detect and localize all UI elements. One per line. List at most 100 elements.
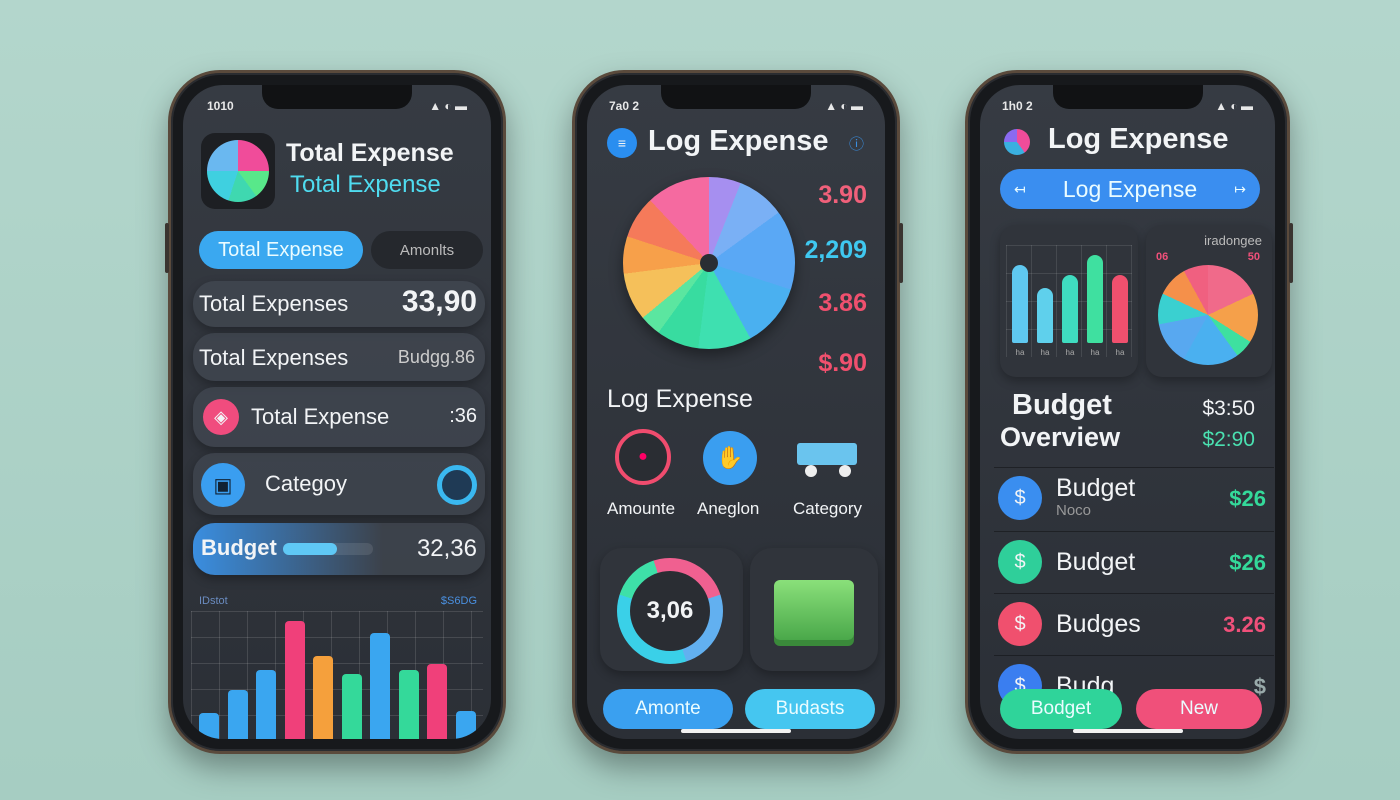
list-item[interactable]: Total Expenses Budgg.86 [193,333,485,381]
chart-bar [256,670,276,739]
budget-category-icon: $ [998,602,1042,646]
action-label: Aneglon [697,499,760,518]
app-icon [201,133,275,209]
refresh-ring-icon[interactable] [437,465,477,505]
app-subtitle: Total Expense [290,171,441,198]
app-title: Total Expense [286,139,454,167]
chart-bar [199,712,219,739]
pie-label: 50 [1247,251,1260,263]
section-title: Log Expense [607,385,753,413]
item-value: 3.26 [1223,612,1266,637]
bar-label: ha [1115,348,1125,357]
phone-total-expense: 1010 ▲ ◐ ▬ Total Expense Total Expense T… [165,70,506,754]
item-label: Budges [1056,610,1141,638]
row-label: Budget [201,535,277,560]
screen: 1010 ▲ ◐ ▬ Total Expense Total Expense T… [183,85,491,739]
chart-bar [398,670,419,739]
action-label: Category [793,499,862,518]
progress-ring: 3,06 [617,558,723,664]
bar-label: ha [1090,348,1100,357]
list-item[interactable]: ◈ Total Expense :36 [193,387,485,447]
row-value: :36 [449,405,477,427]
list-item[interactable]: ▣ Categoy [193,453,485,515]
budget-list-item[interactable]: $ Budget $26 [994,531,1274,591]
bar-label: ha [1015,348,1025,357]
item-sublabel: Noco [1056,502,1092,519]
budget-button[interactable]: Bodget [1000,689,1122,729]
stat-value: 2,209 [804,236,867,264]
bar-label: ha [1065,348,1075,357]
budget-category-icon: $ [998,540,1042,584]
item-label: Budget [1056,474,1136,502]
ring-card[interactable]: 3,06 [600,548,743,671]
bar-chart [191,611,483,739]
tab-amounts[interactable]: Amonlts [371,231,483,269]
app-title: Log Expense [1048,123,1229,155]
battery-icon: ▲ ◐ ▬ [1215,99,1253,113]
bar-chart-card[interactable]: ha ha ha ha ha [1000,225,1138,377]
app-title: Log Expense [648,125,829,157]
overview-value: $2:90 [1202,428,1255,451]
cash-icon [774,579,854,640]
chart-bar [284,620,305,739]
row-label: Categoy [265,471,347,496]
row-value: 32,36 [416,535,477,562]
expense-pie-chart [623,177,795,349]
chart-bar [427,664,447,739]
pie-title: iradongee [1204,233,1262,248]
status-time: 1010 [207,99,234,113]
budget-progress-fill [283,543,337,555]
new-button[interactable]: New [1136,689,1262,729]
pie-card[interactable]: iradongee 06 50 [1146,225,1272,377]
budget-category-icon: $ [998,476,1042,520]
stat-value: 3.86 [818,289,867,317]
amount-button[interactable]: Amonte [603,689,733,729]
home-indicator[interactable] [1072,729,1183,733]
app-logo-icon [1004,129,1030,155]
row-label: Total Expenses [199,345,349,370]
pie-label: 06 [1156,251,1169,263]
wallet-icon: ▣ [201,463,245,507]
chart-bar [1037,288,1053,343]
arrow-icon: ↤ [1014,180,1026,197]
budget-list-item[interactable]: $ Budget Noco $26 [994,467,1274,527]
stat-value: 3.90 [818,181,867,209]
notch [262,85,412,109]
item-value: $26 [1229,486,1266,511]
list-item[interactable]: Total Expenses 33,90 [193,281,485,327]
budgets-button[interactable]: Budasts [745,689,875,729]
status-time: 7a0 2 [609,99,640,113]
log-expense-button[interactable]: ↤ Log Expense ↦ [1000,169,1260,209]
chart-bar [227,689,248,739]
chart-bar [1087,255,1103,343]
chart-bar [1062,275,1078,343]
cart-icon[interactable] [793,435,863,479]
hand-icon[interactable]: ✋ [703,431,757,485]
item-label: Budget [1056,548,1136,576]
battery-icon: ▲ ◐ ▬ [429,99,467,113]
info-icon[interactable]: ⓘ [849,133,864,154]
item-value: $26 [1229,550,1266,575]
mini-bar-chart: ha ha ha ha ha [1006,245,1132,357]
budget-list-item[interactable]: $ Budges 3.26 [994,593,1274,653]
battery-icon: ▲ ◐ ▬ [825,99,863,113]
log-expense-label: Log Expense [1062,175,1198,202]
chart-bar [1012,265,1028,343]
tab-total-expense[interactable]: Total Expense [199,231,363,269]
notch [1052,85,1203,109]
record-icon[interactable]: ● [615,429,671,485]
row-label: Total Expenses [199,291,349,316]
stat-value: $.90 [818,349,867,377]
overview-title: Budget [1012,389,1112,421]
category-pie-chart [1158,265,1258,365]
chart-bar [341,674,362,739]
phone-log-expense: 7a0 2 ▲ ◐ ▬ ≡ Log Expense ⓘ 3.90 2,209 3… [572,70,903,754]
chart-bar [313,656,333,739]
chart-label: IDstot [199,595,228,607]
tag-icon: ◈ [203,399,239,435]
cash-card[interactable] [750,548,878,671]
overview-title: Overview [1000,422,1121,452]
wallet-icon: ≡ [607,128,637,158]
home-indicator[interactable] [681,729,791,733]
budget-progress-row[interactable]: Budget 32,36 [193,523,485,575]
